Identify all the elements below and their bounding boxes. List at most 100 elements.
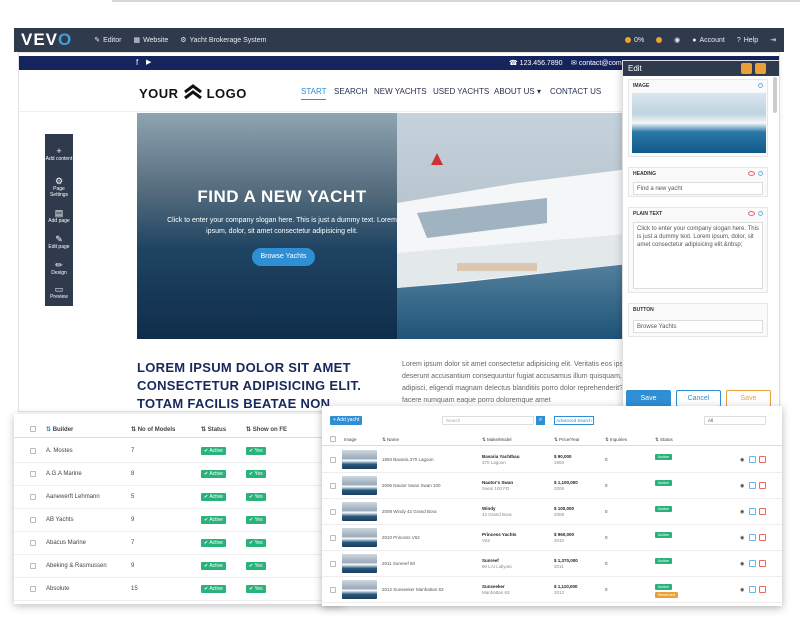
edit-icon[interactable] (749, 560, 756, 567)
add-page-button[interactable]: ▤ Add page (45, 208, 73, 224)
cancel-button[interactable]: Cancel (676, 390, 721, 407)
status-badge[interactable]: ✔ Active (201, 493, 226, 501)
status-badge[interactable]: ✔ Active (201, 470, 226, 478)
show-on-fe-header[interactable]: ⇅ Show on FE (246, 426, 287, 433)
yacht-name[interactable]: 2008 Windy 42 Grand Bora (382, 509, 437, 514)
show-badge[interactable]: ✔ Yes (246, 470, 266, 478)
make-header[interactable]: ⇅ Make/Model (482, 437, 512, 443)
editor-menu[interactable]: ✎ Editor (94, 36, 121, 45)
youtube-icon[interactable]: ▶ (146, 58, 151, 66)
row-checkbox[interactable] (30, 494, 36, 500)
row-checkbox[interactable] (30, 586, 36, 592)
row-checkbox[interactable] (330, 509, 336, 515)
status-badge[interactable]: Active (655, 480, 672, 486)
yacht-name[interactable]: 2006 Nautor Swan Swan 100 (382, 483, 441, 488)
view-icon[interactable]: ◉ (740, 561, 744, 567)
edit-icon[interactable] (749, 508, 756, 515)
heading-input[interactable]: Find a new yacht (633, 182, 763, 195)
table-row[interactable]: A.G.A Marine 8 ✔ Active ✔ Yes (14, 463, 344, 486)
site-logo[interactable]: YOUR LOGO (139, 84, 247, 102)
table-row[interactable]: Abacus Marine 7 ✔ Active ✔ Yes (14, 532, 344, 555)
table-row[interactable]: 2008 Windy 42 Grand Bora Windy 42 Grand … (322, 499, 782, 525)
email-text[interactable]: ✉ contact@com (571, 59, 622, 67)
show-badge[interactable]: ✔ Yes (246, 493, 266, 501)
table-row[interactable]: 1993 Bavaria 370 Lagoon Bavaria Yachtbau… (322, 447, 782, 473)
select-all-checkbox[interactable] (30, 426, 36, 432)
row-checkbox[interactable] (30, 540, 36, 546)
row-checkbox[interactable] (30, 517, 36, 523)
progress-indicator[interactable]: 0% (625, 37, 644, 44)
status-badge[interactable]: ✔ Active (201, 585, 226, 593)
yacht-thumbnail[interactable] (342, 528, 377, 547)
advanced-search-button[interactable]: Advanced Search (554, 416, 594, 425)
show-badge[interactable]: ✔ Yes (246, 516, 266, 524)
table-row[interactable]: 2010 Princess V62 Princess Yachts V62 $ … (322, 525, 782, 551)
builder-header[interactable]: ⇅ Builder (46, 426, 73, 433)
hero-banner[interactable]: FIND A NEW YACHT Click to enter your com… (137, 113, 637, 339)
lorem-paragraph[interactable]: Lorem ipsum dolor sit amet consectetur a… (402, 359, 642, 407)
row-checkbox[interactable] (330, 561, 336, 567)
status-badge[interactable]: ✔ Active (201, 516, 226, 524)
vevo-logo[interactable]: VEVO (21, 30, 72, 50)
row-checkbox[interactable] (30, 563, 36, 569)
button-text-input[interactable]: Browse Yachts (633, 320, 763, 333)
edit-page-button[interactable]: ✎ Edit page (45, 234, 73, 250)
view-icon[interactable]: ◉ (740, 587, 744, 593)
notifications[interactable] (656, 37, 663, 43)
edit-icon[interactable] (749, 456, 756, 463)
row-checkbox[interactable] (330, 483, 336, 489)
delete-icon[interactable] (759, 482, 766, 489)
show-badge[interactable]: ✔ Yes (246, 562, 266, 570)
edit-icon[interactable] (749, 482, 756, 489)
row-checkbox[interactable] (330, 457, 336, 463)
nav-used-yachts[interactable]: USED YACHTS (433, 87, 489, 96)
status-badge[interactable]: ✔ Active (201, 539, 226, 547)
yacht-name[interactable]: 1993 Bavaria 370 Lagoon (382, 457, 434, 462)
nav-new-yachts[interactable]: NEW YACHTS (374, 87, 427, 96)
view-icon[interactable]: ◉ (740, 457, 744, 463)
select-all-checkbox[interactable] (330, 436, 336, 442)
show-badge[interactable]: ✔ Yes (246, 539, 266, 547)
price-header[interactable]: ⇅ Price/Year (554, 437, 580, 443)
yacht-name[interactable]: 2012 Sunseeker Manhattan 63 (382, 587, 444, 592)
download-icon[interactable] (741, 63, 752, 74)
view-icon[interactable]: ◉ (740, 535, 744, 541)
row-checkbox[interactable] (330, 535, 336, 541)
panel-scrollbar[interactable] (773, 77, 777, 113)
save-button[interactable]: Save (626, 390, 671, 407)
edit-icon[interactable] (749, 586, 756, 593)
hero-slogan[interactable]: Click to enter your company slogan here.… (157, 215, 407, 237)
yacht-name[interactable]: 2011 Sunreef 60 (382, 561, 415, 566)
nav-about-us[interactable]: ABOUT US ▾ (494, 87, 541, 96)
delete-icon[interactable] (759, 456, 766, 463)
table-row[interactable]: Aanewerft Lehmann 5 ✔ Active ✔ Yes (14, 486, 344, 509)
status-header[interactable]: ⇅ Status (201, 426, 226, 433)
view-icon[interactable]: ◉ (740, 483, 744, 489)
design-button[interactable]: ✏ Design (45, 260, 73, 276)
preview-eye[interactable]: ◉ (674, 36, 680, 44)
nav-start[interactable]: START (301, 87, 327, 100)
table-row[interactable]: Abeking & Rasmussen 9 ✔ Active ✔ Yes (14, 555, 344, 578)
status-badge[interactable]: Active (655, 532, 672, 538)
status-badge[interactable]: ✔ Active (201, 562, 226, 570)
heading-settings-icon[interactable] (758, 171, 763, 176)
delete-icon[interactable] (759, 508, 766, 515)
search-icon[interactable]: ⌕ (536, 416, 545, 425)
logout-button[interactable]: ⇥ (770, 36, 776, 44)
nav-search[interactable]: SEARCH (334, 87, 367, 96)
copy-icon[interactable] (755, 63, 766, 74)
add-content-button[interactable]: + Add content (45, 146, 73, 162)
yacht-thumbnail[interactable] (342, 554, 377, 573)
phone-text[interactable]: ☎ 123.456.7890 (509, 59, 563, 67)
add-yacht-button[interactable]: + Add yacht (330, 416, 362, 425)
yacht-thumbnail[interactable] (342, 450, 377, 469)
edit-icon[interactable] (749, 534, 756, 541)
row-checkbox[interactable] (330, 587, 336, 593)
plain-text-settings-icon[interactable] (758, 211, 763, 216)
status-badge[interactable]: Active (655, 558, 672, 564)
table-row[interactable]: A. Mostes 7 ✔ Active ✔ Yes (14, 440, 344, 463)
status-badge[interactable]: Active (655, 584, 672, 590)
page-settings-button[interactable]: ⚙ Page Settings (45, 176, 73, 198)
table-row[interactable]: 2012 Sunseeker Manhattan 63 Sunseeker Ma… (322, 577, 782, 603)
yacht-thumbnail[interactable] (342, 476, 377, 495)
